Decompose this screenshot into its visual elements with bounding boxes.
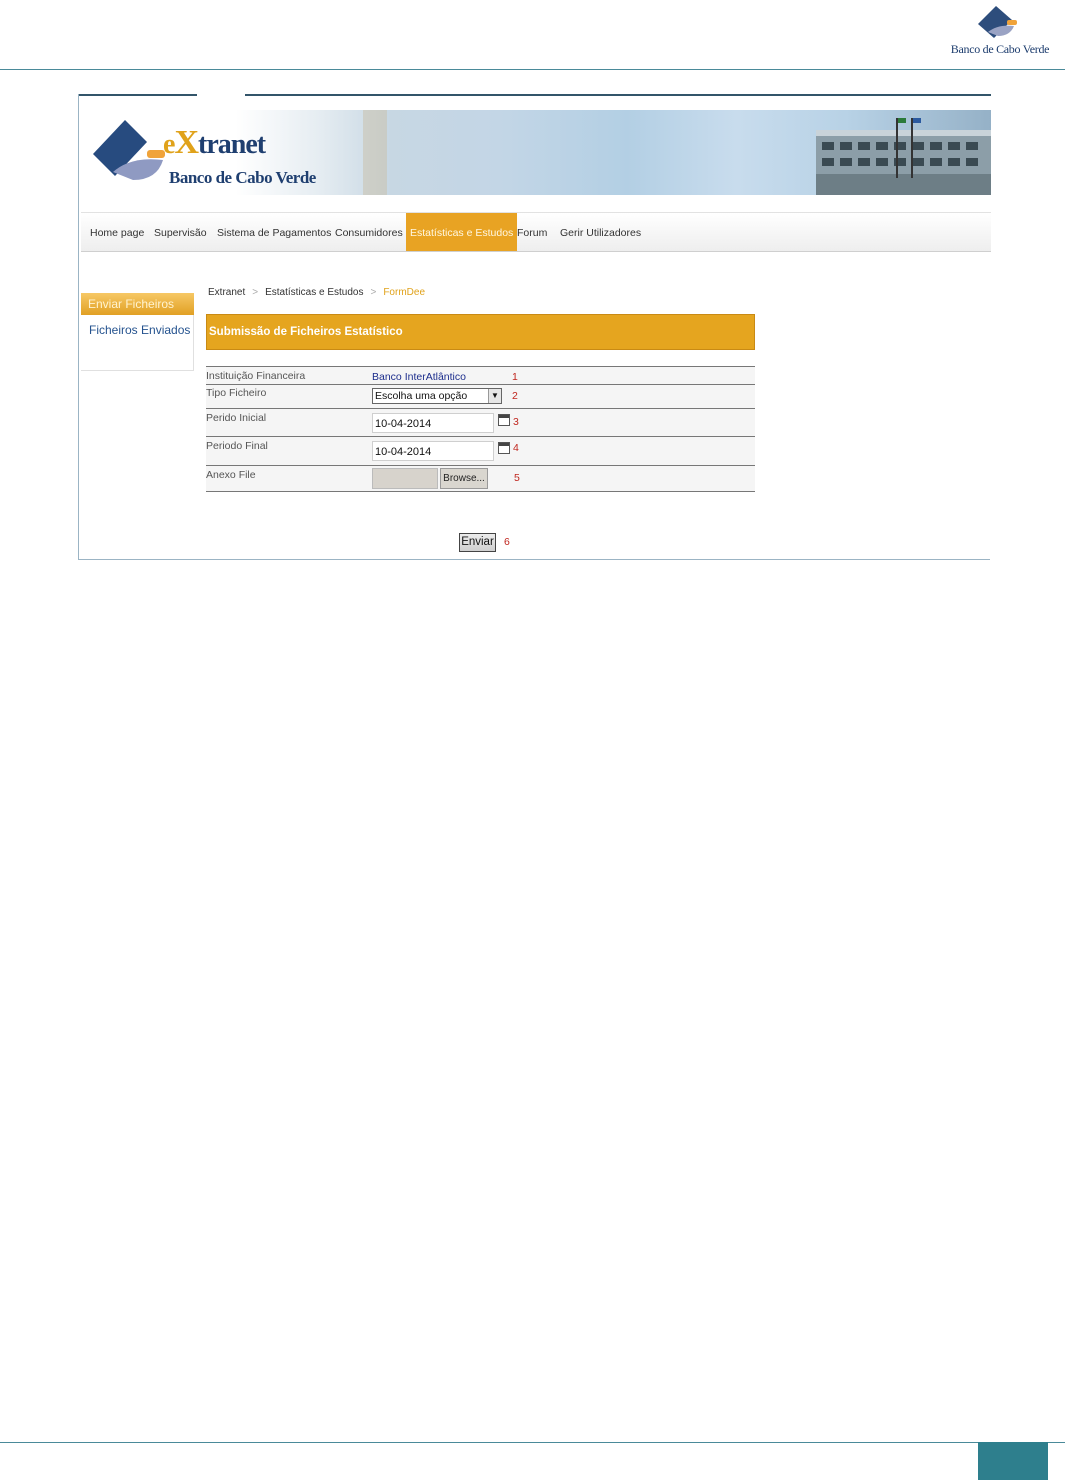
field-label: Periodo Final xyxy=(206,440,268,452)
form-bottom-rule xyxy=(206,491,755,492)
bcv-logo-icon xyxy=(978,6,1017,38)
form-row-anexo: Anexo File Browse... 5 xyxy=(206,465,755,492)
marker-4: 4 xyxy=(513,442,519,454)
wordmark-e: e xyxy=(163,129,175,160)
nav-item-pagamentos[interactable]: Sistema de Pagamentos xyxy=(217,213,331,251)
document-logo: Banco de Cabo Verde xyxy=(950,2,1050,62)
nav-item-supervisao[interactable]: Supervisão xyxy=(154,213,207,251)
sidebar-item-enviar-ficheiros[interactable]: Enviar Ficheiros xyxy=(81,293,194,315)
footer-block xyxy=(978,1442,1048,1480)
periodo-final-input[interactable]: 10-04-2014 xyxy=(372,441,494,461)
nav-item-consumidores[interactable]: Consumidores xyxy=(335,213,403,251)
extranet-screenshot: eXtranet Banco de Cabo Verde Home page S… xyxy=(78,94,991,560)
breadcrumb-estatisticas[interactable]: Estatísticas e Estudos xyxy=(265,287,363,298)
marker-3: 3 xyxy=(513,416,519,428)
footer-rule xyxy=(0,1442,1065,1443)
form-title: Submissão de Ficheiros Estatístico xyxy=(206,314,755,350)
extranet-wordmark: eXtranet xyxy=(163,124,266,162)
marker-5: 5 xyxy=(514,472,520,484)
enviar-button[interactable]: Enviar xyxy=(459,533,496,552)
building-image-icon xyxy=(816,118,991,195)
calendar-icon[interactable] xyxy=(498,414,510,426)
wordmark-rest: tranet xyxy=(198,129,266,160)
nav-item-estatisticas[interactable]: Estatísticas e Estudos xyxy=(406,213,518,251)
main-nav: Home page Supervisão Sistema de Pagament… xyxy=(81,212,991,252)
nav-item-utilizadores[interactable]: Gerir Utilizadores xyxy=(560,213,641,251)
breadcrumb-separator: > xyxy=(370,287,377,298)
field-label: Perido Inicial xyxy=(206,412,267,424)
wordmark-x: X xyxy=(174,124,199,161)
field-label: Instituição Financeira xyxy=(206,370,306,382)
periodo-inicial-input[interactable]: 10-04-2014 xyxy=(372,413,494,433)
sidebar-item-ficheiros-enviados[interactable]: Ficheiros Enviados xyxy=(89,323,190,337)
form-row-instituicao: Instituição Financeira Banco InterAtlânt… xyxy=(206,366,755,385)
marker-1: 1 xyxy=(512,371,518,383)
chevron-down-icon[interactable]: ▼ xyxy=(488,389,501,403)
anexo-file-input[interactable] xyxy=(372,468,438,489)
form-row-periodo-inicial: Perido Inicial 10-04-2014 3 xyxy=(206,408,755,437)
instituicao-value: Banco InterAtlântico xyxy=(372,371,466,383)
extranet-banner: eXtranet Banco de Cabo Verde xyxy=(81,110,991,195)
form-row-periodo-final: Periodo Final 10-04-2014 4 xyxy=(206,436,755,466)
banner-bank-name: Banco de Cabo Verde xyxy=(169,168,316,187)
header-rule xyxy=(0,69,1065,70)
frame-top-line xyxy=(245,94,991,96)
browse-button[interactable]: Browse... xyxy=(440,468,488,489)
breadcrumb-extranet[interactable]: Extranet xyxy=(208,287,245,298)
breadcrumb-separator: > xyxy=(252,287,259,298)
document-logo-text: Banco de Cabo Verde xyxy=(950,42,1050,56)
tipo-ficheiro-select[interactable]: Escolha uma opção ▼ xyxy=(372,388,502,404)
breadcrumb: Extranet > Estatísticas e Estudos > FormDee xyxy=(208,287,425,298)
field-label: Anexo File xyxy=(206,469,256,481)
banner-stripe xyxy=(363,110,387,195)
document-header: Banco de Cabo Verde xyxy=(0,0,1065,70)
extranet-logo-icon xyxy=(93,120,165,180)
marker-6: 6 xyxy=(504,536,510,548)
nav-item-home[interactable]: Home page xyxy=(90,213,144,251)
breadcrumb-current: FormDee xyxy=(383,287,426,298)
nav-item-forum[interactable]: Forum xyxy=(517,213,547,251)
calendar-icon[interactable] xyxy=(498,442,510,454)
form-row-tipo-ficheiro: Tipo Ficheiro Escolha uma opção ▼ 2 xyxy=(206,384,755,409)
marker-2: 2 xyxy=(512,390,518,402)
field-label: Tipo Ficheiro xyxy=(206,387,267,399)
frame-top-line xyxy=(79,94,197,96)
select-value: Escolha uma opção xyxy=(375,390,468,402)
